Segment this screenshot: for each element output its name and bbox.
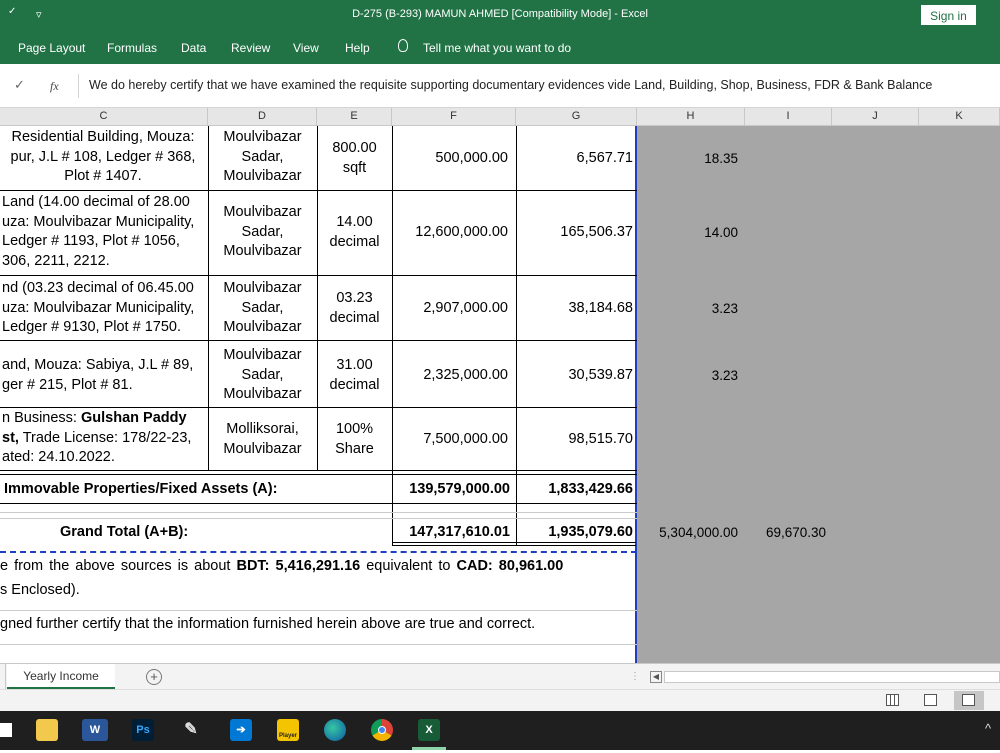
cell-f-row4[interactable]: 2,325,000.00 <box>392 366 508 386</box>
income-note-line2[interactable]: s Enclosed). <box>0 581 400 601</box>
grand-total-f[interactable]: 147,317,610.01 <box>392 523 510 543</box>
cell-h-row3[interactable]: 3.23 <box>637 299 738 319</box>
cell-c-row5[interactable]: n Business: Gulshan Paddy st, Trade Lice… <box>2 409 208 468</box>
cell-e-row3[interactable]: 03.23 decimal <box>317 289 392 328</box>
grand-total-i[interactable]: 69,670.30 <box>745 523 826 543</box>
cell-g-row4[interactable]: 30,539.87 <box>516 366 633 386</box>
grand-total-g[interactable]: 1,935,079.60 <box>516 523 633 543</box>
excel-icon[interactable]: X <box>418 719 440 741</box>
tab-review[interactable]: Review <box>231 41 270 55</box>
paint-icon[interactable]: ✎ <box>180 719 202 741</box>
subtotal-label[interactable]: Immovable Properties/Fixed Assets (A): <box>4 480 384 500</box>
sheet-tab-yearly-income[interactable]: Yearly Income <box>7 664 115 689</box>
tab-formulas[interactable]: Formulas <box>107 41 157 55</box>
player-icon[interactable]: Player <box>277 719 299 741</box>
cell-f-row5[interactable]: 7,500,000.00 <box>392 430 508 450</box>
column-header-i[interactable]: I <box>745 108 832 126</box>
title-bar: ✓ ▿ D-275 (B-293) MAMUN AHMED [Compatibi… <box>0 0 1000 32</box>
add-sheet-icon[interactable]: + <box>146 669 162 685</box>
cell-e-row4[interactable]: 31.00 decimal <box>317 356 392 395</box>
cell-g-row3[interactable]: 38,184.68 <box>516 299 633 319</box>
cell-e-row2[interactable]: 14.00 decimal <box>317 213 392 252</box>
cell-h-row2[interactable]: 14.00 <box>637 223 738 243</box>
edge-icon[interactable] <box>324 719 346 741</box>
formula-bar: ✓ fx We do hereby certify that we have e… <box>0 64 1000 108</box>
income-note[interactable]: e from the above sources is about BDT: 5… <box>0 557 633 577</box>
photoshop-icon[interactable]: Ps <box>132 719 154 741</box>
cell-d-row1[interactable]: Moulvibazar Sadar, Moulvibazar <box>208 128 317 187</box>
cell-c-row2[interactable]: Land (14.00 decimal of 28.00 uza: Moulvi… <box>2 193 208 271</box>
cell-g-row1[interactable]: 6,567.71 <box>516 149 633 169</box>
scroll-left-icon[interactable]: ◀ <box>650 671 662 683</box>
normal-view-icon[interactable] <box>886 694 899 706</box>
enter-check-icon[interactable]: ✓ <box>14 77 25 93</box>
tab-help[interactable]: Help <box>345 41 370 55</box>
column-header-h[interactable]: H <box>637 108 745 126</box>
grand-total-h[interactable]: 5,304,000.00 <box>637 523 738 543</box>
page-layout-view-icon[interactable] <box>924 694 937 706</box>
cell-g-row5[interactable]: 98,515.70 <box>516 430 633 450</box>
cell-d-row4[interactable]: Moulvibazar Sadar, Moulvibazar <box>208 346 317 405</box>
cell-c-row4[interactable]: and, Mouza: Sabiya, J.L # 89, ger # 215,… <box>2 356 208 395</box>
certify-line[interactable]: gned further certify that the informatio… <box>0 615 633 635</box>
print-area-edge <box>635 126 637 663</box>
cell-h-row4[interactable]: 3.23 <box>637 366 738 386</box>
chevron-up-icon[interactable]: ^ <box>985 721 991 736</box>
formula-input[interactable]: We do hereby certify that we have examin… <box>89 78 932 92</box>
column-header-g[interactable]: G <box>516 108 637 126</box>
grand-total-label[interactable]: Grand Total (A+B): <box>60 523 380 543</box>
horizontal-scrollbar[interactable] <box>664 671 1000 683</box>
sheet-tab-bar: Yearly Income + ⋮ ◀ <box>0 663 1000 689</box>
tab-view[interactable]: View <box>293 41 319 55</box>
window-title: D-275 (B-293) MAMUN AHMED [Compatibility… <box>352 8 648 20</box>
cell-d-row3[interactable]: Moulvibazar Sadar, Moulvibazar <box>208 279 317 338</box>
cell-g-row2[interactable]: 165,506.37 <box>516 223 633 243</box>
cell-h-row1[interactable]: 18.35 <box>637 149 738 169</box>
cell-f-row1[interactable]: 500,000.00 <box>392 149 508 169</box>
cell-d-row5[interactable]: Molliksorai, Moulvibazar <box>208 420 317 459</box>
splitter-handle[interactable]: ⋮ <box>630 671 640 682</box>
out-of-print-area <box>637 126 1000 663</box>
cell-e-row5[interactable]: 100% Share <box>317 420 392 459</box>
sign-in-button[interactable]: Sign in <box>921 5 976 25</box>
file-explorer-icon[interactable] <box>36 719 58 741</box>
word-icon[interactable]: W <box>82 719 108 741</box>
page-break-view-button[interactable] <box>954 691 984 710</box>
column-header-e[interactable]: E <box>317 108 392 126</box>
column-header-j[interactable]: J <box>832 108 919 126</box>
windows-taskbar: W Ps ✎ ➔ Player X ^ <box>0 711 1000 750</box>
subtotal-f[interactable]: 139,579,000.00 <box>392 480 510 500</box>
column-header-k[interactable]: K <box>919 108 1000 126</box>
lightbulb-icon <box>398 39 408 52</box>
tell-me-search[interactable]: Tell me what you want to do <box>423 41 571 55</box>
snip-icon[interactable]: ➔ <box>230 719 252 741</box>
column-header-f[interactable]: F <box>392 108 516 126</box>
start-icon[interactable] <box>0 723 12 737</box>
cell-e-row1[interactable]: 800.00 sqft <box>317 139 392 178</box>
ribbon-tabs: Page Layout Formulas Data Review View He… <box>0 32 1000 64</box>
subtotal-g[interactable]: 1,833,429.66 <box>516 480 633 500</box>
cell-d-row2[interactable]: Moulvibazar Sadar, Moulvibazar <box>208 203 317 262</box>
chrome-icon[interactable] <box>371 719 393 741</box>
cell-f-row3[interactable]: 2,907,000.00 <box>392 299 508 319</box>
column-header-c[interactable]: C <box>0 108 208 126</box>
cell-f-row2[interactable]: 12,600,000.00 <box>392 223 508 243</box>
cell-c-row1[interactable]: Residential Building, Mouza: pur, J.L # … <box>0 128 206 187</box>
insert-function-icon[interactable]: fx <box>50 79 59 94</box>
worksheet-grid[interactable]: Residential Building, Mouza: pur, J.L # … <box>0 126 1000 663</box>
page-break-view-icon <box>962 694 975 706</box>
tab-data[interactable]: Data <box>181 41 206 55</box>
column-header-d[interactable]: D <box>208 108 317 126</box>
status-bar <box>0 689 1000 711</box>
cell-c-row3[interactable]: nd (03.23 decimal of 06.45.00 uza: Moulv… <box>2 279 208 338</box>
tab-page-layout[interactable]: Page Layout <box>18 41 85 55</box>
page-break <box>0 551 637 553</box>
